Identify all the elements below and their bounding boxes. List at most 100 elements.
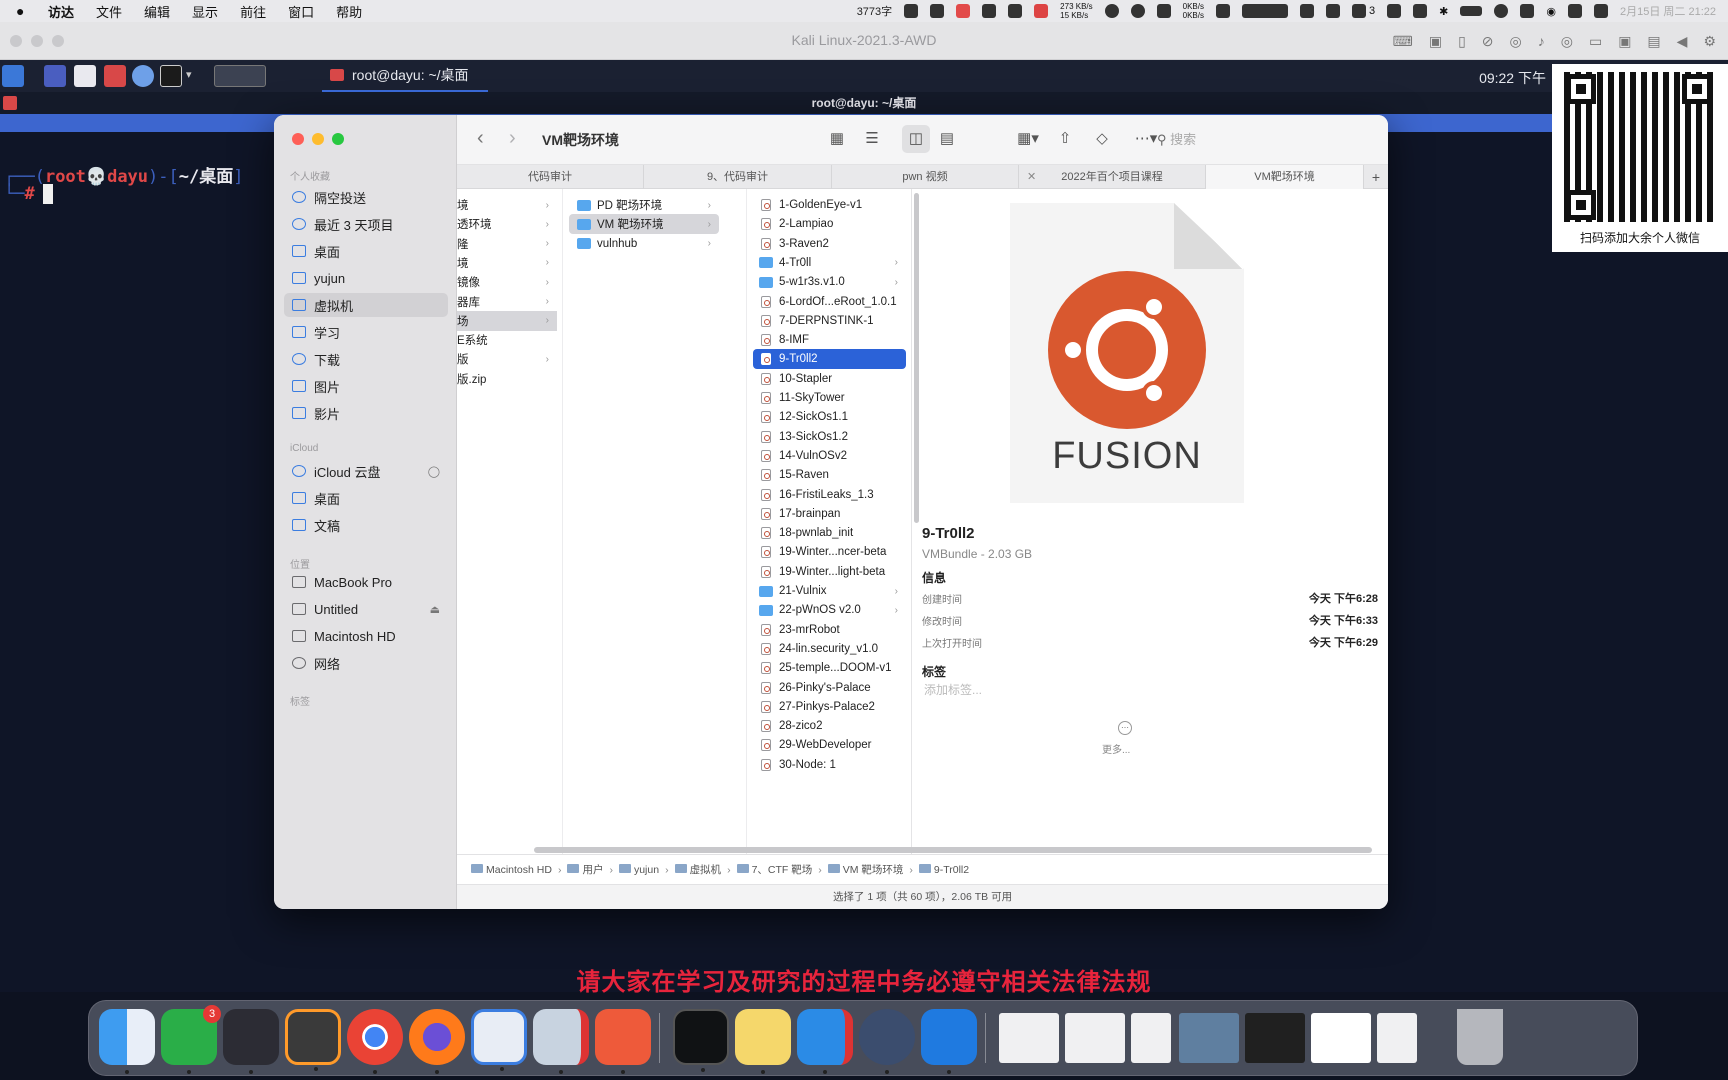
terminal-icon[interactable] <box>160 65 182 87</box>
minimized-window-thumbnail[interactable] <box>1377 1013 1417 1063</box>
sidebar-item-recent[interactable]: 最近 3 天项目 <box>284 212 448 236</box>
zoom-button[interactable] <box>332 133 344 145</box>
list-item[interactable]: 14-VulnOSv2 <box>753 446 906 466</box>
list-item[interactable]: E系统 <box>457 330 557 350</box>
list-item[interactable]: 场 › <box>457 310 557 331</box>
shared-folder-icon[interactable]: ▤ <box>1647 33 1660 50</box>
path-segment[interactable]: 7、CTF 靶场 <box>736 862 812 877</box>
list-item[interactable]: 27-Pinkys-Palace2 <box>753 697 906 717</box>
back-arrow-icon[interactable]: ◀ <box>1677 33 1688 50</box>
wechat-status[interactable]: 3 <box>1351 4 1375 18</box>
kali-clock[interactable]: 09:22 下午 <box>1479 68 1546 88</box>
globe-icon[interactable]: ◎ <box>1510 33 1522 50</box>
tab-code-audit[interactable]: 代码审计 <box>457 165 644 189</box>
path-segment[interactable]: VM 靶场环境 <box>827 862 903 877</box>
column-1[interactable]: 境 › 透环境 › 隆 › 境 › 镜像 › 器库 › 场 › E系统版 › 版.zip <box>457 189 563 854</box>
status-icon[interactable] <box>1130 4 1145 18</box>
chrome-app-icon[interactable] <box>347 1009 403 1074</box>
list-item[interactable]: 23-mrRobot <box>753 620 906 640</box>
code-editor-app-icon[interactable] <box>223 1009 279 1074</box>
xmind-app-icon[interactable] <box>595 1009 651 1074</box>
list-item[interactable]: 26-Pinky's-Palace <box>753 678 906 698</box>
menu-window[interactable]: 窗口 <box>288 2 314 21</box>
list-item[interactable]: 透环境 › <box>457 214 557 234</box>
list-item[interactable]: 24-lin.security_v1.0 <box>753 639 906 659</box>
show-desktop-icon[interactable] <box>44 65 66 87</box>
status-icon[interactable] <box>1413 4 1428 18</box>
tab-2022-projects[interactable]: ✕ 2022年百个项目课程 <box>1019 165 1206 189</box>
group-button[interactable]: ▦▾ <box>1010 129 1046 147</box>
list-item[interactable]: 9-Tr0ll2 <box>753 349 906 370</box>
list-item[interactable]: 10-Stapler <box>753 369 906 389</box>
text-editor-icon[interactable] <box>104 65 126 87</box>
taskbar-terminal[interactable]: root@dayu: ~/桌面 <box>322 60 488 92</box>
vmware-fusion-app-icon[interactable] <box>471 1009 527 1071</box>
sidebar-item-documents[interactable]: 文稿 <box>284 513 448 537</box>
path-segment[interactable]: 9-Tr0ll2 <box>918 863 969 876</box>
list-item[interactable]: vulnhub › <box>569 234 719 254</box>
add-tags-field[interactable]: 添加标签... <box>924 681 982 698</box>
list-item[interactable]: 境 › <box>457 195 557 215</box>
icon-view-button[interactable]: ▦ <box>827 129 847 147</box>
path-segment[interactable]: yujun <box>618 863 659 876</box>
list-item[interactable]: 境 › <box>457 253 557 273</box>
list-item[interactable]: 21-Vulnix › <box>753 581 906 601</box>
camera-off-icon[interactable]: ▣ <box>1618 33 1631 50</box>
share-button[interactable]: ⇧ <box>1055 129 1075 147</box>
minimized-window-thumbnail[interactable] <box>1311 1013 1371 1063</box>
status-icon[interactable] <box>1494 4 1509 18</box>
list-item[interactable]: 器库 › <box>457 292 557 312</box>
file-manager-icon[interactable] <box>74 65 96 87</box>
cpu-graph-icon[interactable] <box>1241 4 1288 18</box>
more-icon[interactable]: ⋯ <box>1118 721 1132 735</box>
sidebar-item-icloud-desktop[interactable]: 桌面 <box>284 486 448 510</box>
status-icon[interactable] <box>1156 4 1171 18</box>
close-button[interactable] <box>292 133 304 145</box>
status-icon[interactable] <box>930 4 945 18</box>
wifi-icon[interactable]: ◉ <box>1546 5 1556 18</box>
list-item[interactable]: 22-pWnOS v2.0 › <box>753 600 906 620</box>
status-icon[interactable] <box>1520 4 1535 18</box>
sidebar-item-airdrop[interactable]: 隔空投送 <box>284 185 448 209</box>
workspace-icon[interactable] <box>214 65 266 87</box>
chevron-down-icon[interactable]: ▾ <box>186 68 192 81</box>
record-icon[interactable] <box>956 4 971 18</box>
status-icon[interactable] <box>1215 4 1230 18</box>
list-item[interactable]: 6-LordOf...eRoot_1.0.1 <box>753 292 906 312</box>
wechat-app-icon[interactable]: 3 <box>161 1005 221 1074</box>
sidebar-item-network[interactable]: 网络 <box>284 651 448 675</box>
network-off-icon[interactable]: ⊘ <box>1482 33 1494 50</box>
column-3[interactable]: 1-GoldenEye-v1 2-Lampiao 3-Raven2 4-Tr0ll › 5… <box>747 189 912 854</box>
list-item[interactable]: 15-Raven <box>753 465 906 485</box>
sidebar-item-untitled[interactable]: Untitled ⏏ <box>284 597 448 621</box>
list-item[interactable]: 版.zip <box>457 369 557 389</box>
list-item[interactable]: 2-Lampiao <box>753 214 906 234</box>
sidebar-item-pictures[interactable]: 图片 <box>284 374 448 398</box>
minimize-button[interactable] <box>312 133 324 145</box>
remote-desktop-app-icon[interactable] <box>921 1009 977 1074</box>
tab-vm-range[interactable]: VM靶场环境 <box>1206 165 1364 189</box>
terminal-beta-app-icon[interactable] <box>673 1009 729 1072</box>
minimized-window-thumbnail[interactable] <box>1131 1013 1171 1063</box>
list-item[interactable]: 16-FristiLeaks_1.3 <box>753 485 906 505</box>
menu-go[interactable]: 前往 <box>240 2 266 21</box>
list-item[interactable]: 29-WebDeveloper <box>753 735 906 755</box>
list-item[interactable]: 3-Raven2 <box>753 234 906 254</box>
list-item[interactable]: 5-w1r3s.v1.0 › <box>753 272 906 292</box>
new-tab-button[interactable]: + <box>1364 165 1388 189</box>
list-item[interactable]: 28-zico2 <box>753 716 906 736</box>
list-item[interactable]: VM 靶场环境 › <box>569 214 719 235</box>
bluetooth-icon[interactable]: ✱ <box>1439 5 1448 18</box>
list-item[interactable]: 19-Winter...light-beta <box>753 562 906 582</box>
more-button[interactable]: 更多... <box>1102 741 1130 756</box>
path-segment[interactable]: 虚拟机 <box>674 862 721 877</box>
path-segment[interactable]: 用户 <box>567 862 603 877</box>
menu-edit[interactable]: 编辑 <box>144 2 170 21</box>
settings-icon[interactable]: ⚙ <box>1703 33 1716 50</box>
sidebar-item-icloud-drive[interactable]: iCloud 云盘 ◯ <box>284 459 448 483</box>
control-center-icon[interactable] <box>1594 4 1608 18</box>
list-item[interactable]: 4-Tr0ll › <box>753 253 906 273</box>
kali-vm-app-icon[interactable] <box>859 1009 915 1074</box>
status-icon[interactable] <box>1325 4 1340 18</box>
sidebar-item-home[interactable]: yujun <box>284 266 448 290</box>
